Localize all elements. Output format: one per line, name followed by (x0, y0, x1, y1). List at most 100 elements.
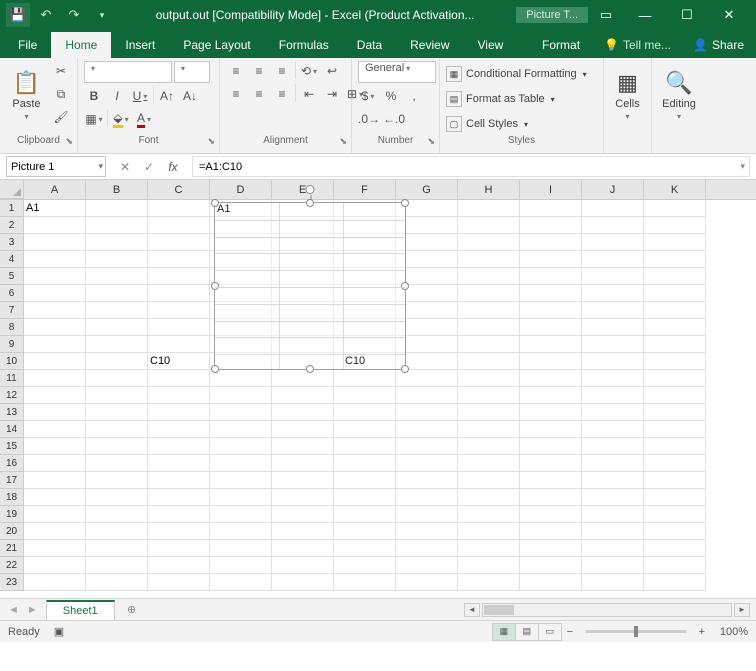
column-header[interactable]: G (396, 180, 458, 199)
row-header[interactable]: 2 (0, 217, 24, 234)
cell[interactable] (644, 353, 706, 370)
copy-icon[interactable]: ⧉ (51, 84, 71, 104)
cell[interactable] (582, 540, 644, 557)
cell[interactable] (458, 200, 520, 217)
cell[interactable] (148, 268, 210, 285)
cell[interactable] (520, 319, 582, 336)
cell[interactable] (334, 557, 396, 574)
cell[interactable] (520, 353, 582, 370)
format-as-table-button[interactable]: ▤Format as Table▾ (446, 88, 555, 110)
cell[interactable] (582, 523, 644, 540)
cell[interactable] (86, 438, 148, 455)
cell[interactable] (86, 404, 148, 421)
row-header[interactable]: 7 (0, 302, 24, 319)
clipboard-launcher-icon[interactable]: ⬊ (65, 136, 73, 147)
cell[interactable] (86, 251, 148, 268)
cell[interactable] (86, 200, 148, 217)
cell[interactable] (396, 540, 458, 557)
row-header[interactable]: 14 (0, 421, 24, 438)
align-middle-icon[interactable]: ≡ (249, 61, 269, 81)
cell[interactable] (458, 506, 520, 523)
name-box[interactable]: Picture 1 ▾ (6, 156, 106, 177)
cell[interactable] (148, 200, 210, 217)
redo-icon[interactable]: ↷ (62, 3, 86, 27)
cell[interactable] (396, 523, 458, 540)
cell[interactable] (334, 540, 396, 557)
percent-format-icon[interactable]: % (381, 86, 401, 106)
cell[interactable] (148, 285, 210, 302)
cancel-formula-icon[interactable]: ✕ (114, 156, 136, 178)
cell[interactable] (24, 506, 86, 523)
cell[interactable] (210, 557, 272, 574)
cell[interactable] (272, 540, 334, 557)
cell[interactable] (520, 200, 582, 217)
cell[interactable] (396, 506, 458, 523)
cell[interactable] (520, 472, 582, 489)
cell[interactable] (644, 268, 706, 285)
cell[interactable] (644, 200, 706, 217)
zoom-thumb[interactable] (634, 626, 638, 637)
row-header[interactable]: 23 (0, 574, 24, 591)
row-header[interactable]: 15 (0, 438, 24, 455)
cell[interactable] (458, 438, 520, 455)
cell[interactable] (458, 489, 520, 506)
cell[interactable] (644, 455, 706, 472)
cell[interactable] (520, 251, 582, 268)
cell[interactable] (458, 251, 520, 268)
cell[interactable] (86, 472, 148, 489)
cell[interactable] (458, 285, 520, 302)
zoom-out-button[interactable]: − (562, 626, 578, 638)
column-header[interactable]: H (458, 180, 520, 199)
cell[interactable] (582, 404, 644, 421)
cell[interactable] (644, 523, 706, 540)
cell[interactable] (86, 217, 148, 234)
align-right-icon[interactable]: ≡ (272, 84, 292, 104)
cell[interactable] (86, 285, 148, 302)
column-header[interactable]: E (272, 180, 334, 199)
cell[interactable] (148, 336, 210, 353)
cell[interactable] (86, 489, 148, 506)
row-header[interactable]: 20 (0, 523, 24, 540)
row-header[interactable]: 1 (0, 200, 24, 217)
cell[interactable] (210, 489, 272, 506)
cell[interactable] (148, 438, 210, 455)
cell-styles-button[interactable]: ▢Cell Styles▾ (446, 113, 528, 135)
cell[interactable] (24, 217, 86, 234)
select-all-corner[interactable] (0, 180, 24, 199)
cell[interactable] (582, 319, 644, 336)
cell[interactable] (272, 370, 334, 387)
cell[interactable] (334, 506, 396, 523)
row-header[interactable]: 12 (0, 387, 24, 404)
row-header[interactable]: 11 (0, 370, 24, 387)
view-page-layout-icon[interactable]: ▤ (515, 623, 539, 641)
cell[interactable] (396, 472, 458, 489)
font-size-select[interactable] (174, 61, 210, 83)
cell[interactable] (148, 540, 210, 557)
row-header[interactable]: 6 (0, 285, 24, 302)
macro-record-icon[interactable]: ▣ (54, 625, 64, 638)
row-header[interactable]: 17 (0, 472, 24, 489)
shrink-font-icon[interactable]: A↓ (180, 86, 200, 106)
cell[interactable] (644, 489, 706, 506)
cell[interactable] (148, 319, 210, 336)
cell[interactable] (644, 506, 706, 523)
bold-button[interactable]: B (84, 86, 104, 106)
cell[interactable] (458, 319, 520, 336)
cell[interactable] (458, 302, 520, 319)
cell[interactable] (458, 404, 520, 421)
cell[interactable] (86, 557, 148, 574)
column-header[interactable]: I (520, 180, 582, 199)
cell[interactable] (272, 455, 334, 472)
cell[interactable] (644, 540, 706, 557)
cell[interactable] (210, 540, 272, 557)
cell[interactable] (644, 574, 706, 591)
cell[interactable] (86, 455, 148, 472)
cell[interactable] (210, 506, 272, 523)
hscroll-right-icon[interactable]: ► (734, 603, 750, 617)
sheet-nav-next-icon[interactable]: ► (27, 604, 38, 616)
cell[interactable] (396, 387, 458, 404)
cell[interactable] (86, 234, 148, 251)
cell[interactable] (334, 404, 396, 421)
cell[interactable] (458, 353, 520, 370)
close-button[interactable]: ✕ (708, 0, 750, 30)
